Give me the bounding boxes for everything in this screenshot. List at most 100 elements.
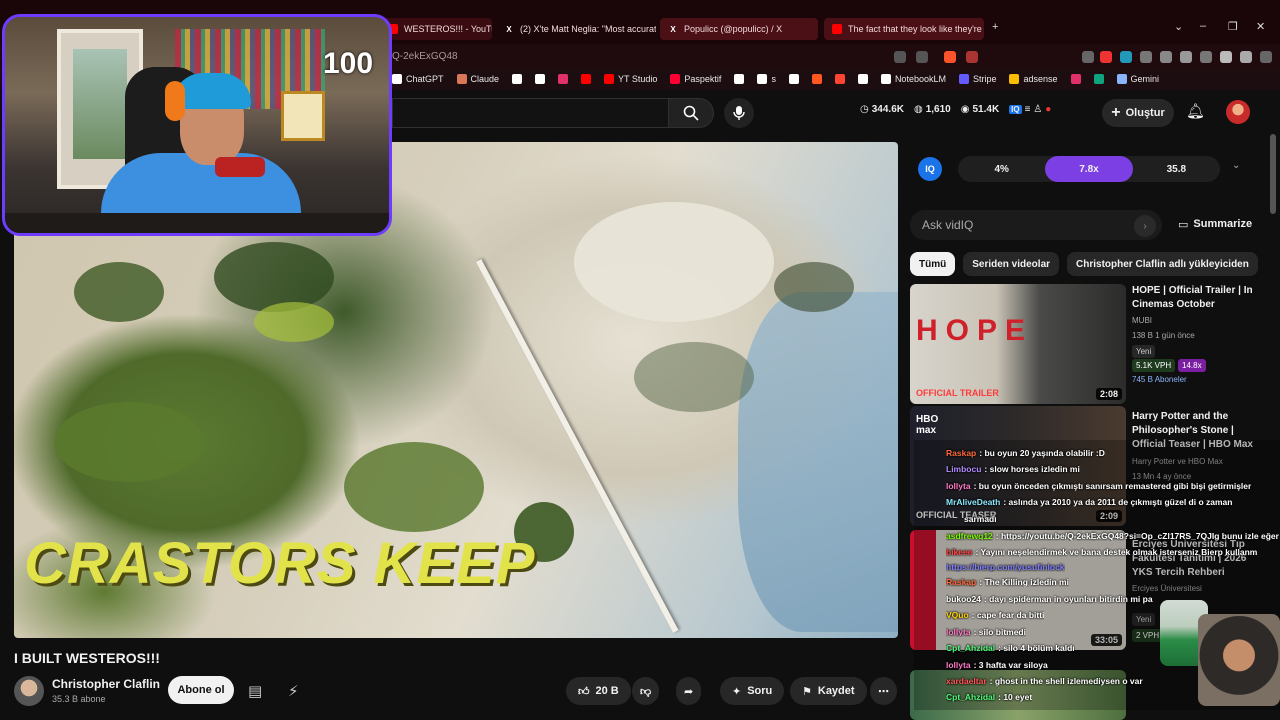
- notifications-bell-icon[interactable]: 🔔︎: [1186, 102, 1205, 120]
- subscriber-gain: 745 B Aboneler: [1132, 375, 1187, 384]
- video-snow-patch: [574, 202, 774, 322]
- bookmark-item[interactable]: NotebookLM: [880, 74, 946, 84]
- ask-button[interactable]: ✦ Soru: [720, 677, 785, 705]
- recommended-title[interactable]: HOPE | Official Trailer | In Cinemas Oct…: [1132, 284, 1262, 312]
- video-rock-patch: [634, 342, 754, 412]
- brave-shield-icon[interactable]: [944, 51, 956, 63]
- bookmark-item[interactable]: [834, 74, 845, 84]
- extension-icon[interactable]: [1100, 51, 1112, 63]
- bookmark-label: NotebookLM: [894, 74, 946, 84]
- menu-icon[interactable]: [1260, 51, 1272, 63]
- bookmark-item[interactable]: Stripe: [958, 74, 996, 84]
- create-button[interactable]: + Oluştur: [1102, 99, 1174, 127]
- bookmark-item[interactable]: [1093, 74, 1104, 84]
- recommended-thumbnail[interactable]: HOPE OFFICIAL TRAILER 2:08: [910, 284, 1126, 404]
- bookmark-item[interactable]: Claude: [456, 74, 499, 84]
- bookmark-item[interactable]: [1070, 74, 1081, 84]
- channel-name[interactable]: Christopher Claflin: [52, 677, 160, 691]
- minimize-button[interactable]: –: [1200, 20, 1206, 32]
- chat-message: https://bierp.com/yusufinlock: [946, 562, 1065, 572]
- tab-list-chevron-icon[interactable]: ⌄: [1174, 20, 1183, 33]
- tab-youtube-2[interactable]: The fact that they look like they're tr: [824, 18, 984, 40]
- chat-text: https://bierp.com/yusufinlock: [946, 562, 1065, 572]
- bookmark-item[interactable]: adsense: [1009, 74, 1058, 84]
- chip-all[interactable]: Tümü: [910, 252, 956, 276]
- chip-series[interactable]: Seriden videolar: [963, 252, 1060, 276]
- recommended-channel[interactable]: MUBI: [1132, 316, 1152, 325]
- close-window-button[interactable]: ✕: [1256, 20, 1265, 33]
- extension-icon[interactable]: [1160, 51, 1172, 63]
- bookmark-item[interactable]: Gemini: [1116, 74, 1160, 84]
- channel-avatar[interactable]: [14, 676, 44, 706]
- thumbnail-title-word: HOPE: [916, 314, 1034, 347]
- bookmark-item[interactable]: [734, 74, 745, 84]
- extension-icon[interactable]: [1180, 51, 1192, 63]
- extension-icon[interactable]: [1220, 51, 1232, 63]
- bookmark-label: Gemini: [1130, 74, 1160, 84]
- video-duration: 2:08: [1095, 388, 1122, 400]
- bookmark-star-icon[interactable]: [916, 51, 928, 63]
- tab-label: The fact that they look like they're tr: [848, 24, 984, 34]
- eye-icon: ◉: [960, 104, 970, 115]
- ask-vidiq-input[interactable]: Ask vidIQ: [910, 210, 1162, 240]
- chat-text: : 3 hafta var siloya: [973, 660, 1048, 670]
- extension-icon[interactable]: [1140, 51, 1152, 63]
- new-tab-button[interactable]: +: [992, 21, 998, 33]
- share-button[interactable]: ➦: [676, 677, 702, 705]
- outlier-badge: 14.8x: [1178, 359, 1206, 372]
- chevron-down-icon[interactable]: ⌄: [1232, 160, 1240, 171]
- extension-icon[interactable]: [1240, 51, 1252, 63]
- like-button[interactable]: 👍︎ 20 B: [566, 677, 631, 705]
- extension-icon[interactable]: [1082, 51, 1094, 63]
- save-button[interactable]: ⚑ Kaydet: [790, 677, 867, 705]
- bookmark-item[interactable]: [558, 74, 569, 84]
- bookmark-favicon-icon: [535, 74, 546, 84]
- bookmark-item[interactable]: [512, 74, 523, 84]
- maximize-button[interactable]: ❐: [1228, 20, 1238, 33]
- bookmark-item[interactable]: Paspektif: [670, 74, 721, 84]
- search-button[interactable]: [668, 98, 714, 128]
- extension-icon[interactable]: [1120, 51, 1132, 63]
- secondary-webcam: [1198, 614, 1280, 706]
- chat-username: lollyta: [946, 660, 971, 670]
- chip-uploader[interactable]: Christopher Claflin adlı yükleyiciden: [1067, 252, 1258, 276]
- document-icon[interactable]: ▤: [248, 682, 262, 700]
- vidiq-logo-icon[interactable]: IQ: [918, 157, 942, 181]
- chat-text: sarmadı: [964, 514, 997, 524]
- chat-message: Limbocu: slow horses izledin mi: [946, 464, 1080, 474]
- bookmark-item[interactable]: [788, 74, 799, 84]
- voice-search-button[interactable]: [724, 98, 754, 128]
- brave-rewards-icon[interactable]: [966, 51, 978, 63]
- extension-icon[interactable]: [1200, 51, 1212, 63]
- chat-message: lollyta: silo bitmedi: [946, 627, 1026, 637]
- tab-populicc[interactable]: X Populicc (@populicc) / X: [660, 18, 818, 40]
- vidiq-metric-score: 35.8: [1166, 163, 1187, 175]
- bookmark-item[interactable]: [811, 74, 822, 84]
- search-input[interactable]: [392, 98, 668, 128]
- more-dots-icon: ⋯: [878, 685, 889, 698]
- bookmark-favicon-icon: [958, 74, 969, 84]
- summarize-button[interactable]: ▭ Summarize: [1178, 218, 1252, 231]
- share-icon[interactable]: [894, 51, 906, 63]
- account-avatar[interactable]: [1226, 100, 1250, 124]
- bookmark-item[interactable]: YT Studio: [604, 74, 657, 84]
- more-actions-button[interactable]: ⋯: [870, 677, 897, 705]
- bookmark-item[interactable]: [857, 74, 868, 84]
- ask-vidiq-send-icon[interactable]: ›: [1134, 215, 1156, 237]
- bookmark-item[interactable]: s: [757, 74, 776, 84]
- mic-icon: [733, 106, 745, 120]
- lightning-icon[interactable]: ⚡︎: [288, 682, 299, 700]
- tab-x-matt-neglia[interactable]: X (2) X'te Matt Neglia: "Most accurate: [496, 18, 656, 40]
- tab-youtube[interactable]: WESTEROS!!! - YouTube ×: [380, 18, 492, 40]
- thumbs-up-icon: 👍︎: [578, 685, 590, 698]
- vidiq-metrics[interactable]: 4% 7.8x 35.8: [958, 156, 1220, 182]
- bookmark-item[interactable]: [581, 74, 592, 84]
- dislike-button[interactable]: 👎︎: [632, 677, 660, 705]
- summary-icon: ▭: [1178, 219, 1189, 231]
- bookmark-item[interactable]: [535, 74, 546, 84]
- chat-message: Cpt_Ahzidal: 10 eyet: [946, 692, 1032, 702]
- sidebar-scrollbar[interactable]: [1270, 134, 1276, 214]
- vidiq-header-icons[interactable]: IQ ≡ ♙ ●: [1009, 104, 1051, 115]
- subscribe-button[interactable]: Abone ol: [168, 676, 234, 704]
- bookmark-item[interactable]: ChatGPT: [392, 74, 444, 84]
